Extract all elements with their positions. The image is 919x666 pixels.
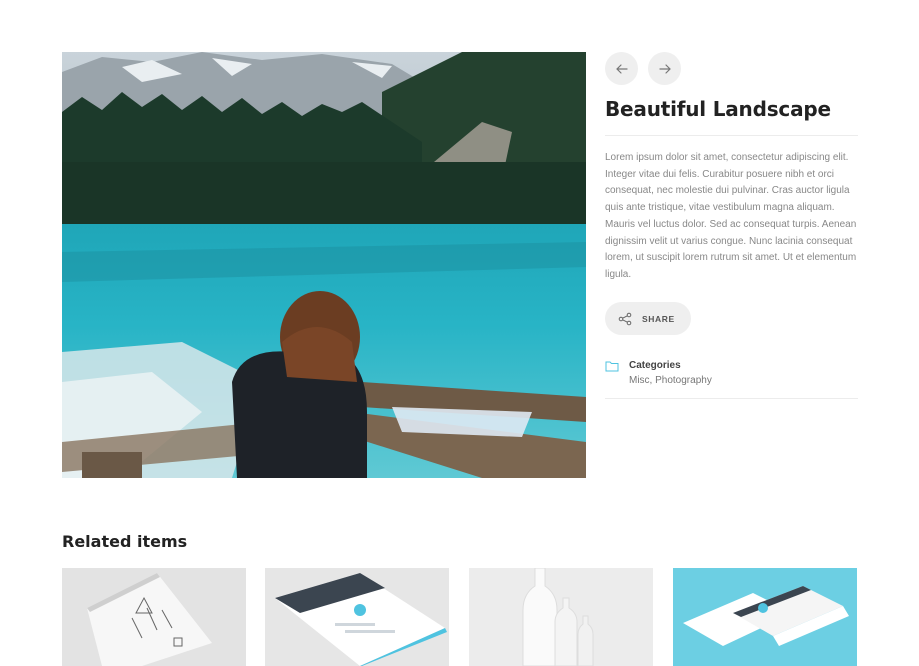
prev-button[interactable] — [605, 52, 638, 85]
arrow-right-icon — [658, 63, 671, 74]
portfolio-title: Beautiful Landscape — [605, 97, 831, 121]
webpages-thumbnail — [673, 568, 857, 666]
website-thumbnail — [265, 568, 449, 666]
next-button[interactable] — [648, 52, 681, 85]
title-divider — [605, 135, 858, 136]
folder-icon — [605, 361, 619, 372]
share-button[interactable]: SHARE — [605, 302, 691, 335]
categories-value[interactable]: Misc, Photography — [629, 375, 712, 386]
related-item-sketchbook[interactable] — [62, 568, 246, 666]
related-item-website[interactable] — [265, 568, 449, 666]
hero-image — [62, 52, 586, 478]
portfolio-description: Lorem ipsum dolor sit amet, consectetur … — [605, 152, 857, 280]
categories-label: Categories — [629, 360, 681, 371]
related-item-webpages[interactable] — [673, 568, 857, 666]
related-items-heading: Related items — [62, 532, 188, 551]
share-icon — [618, 312, 632, 325]
categories-divider — [605, 398, 858, 399]
landscape-photo — [62, 52, 586, 478]
arrow-left-icon — [615, 63, 628, 74]
sketchbook-thumbnail — [62, 568, 246, 666]
related-item-bottles[interactable] — [469, 568, 653, 666]
bottles-thumbnail — [469, 568, 653, 666]
share-label: SHARE — [642, 313, 675, 324]
